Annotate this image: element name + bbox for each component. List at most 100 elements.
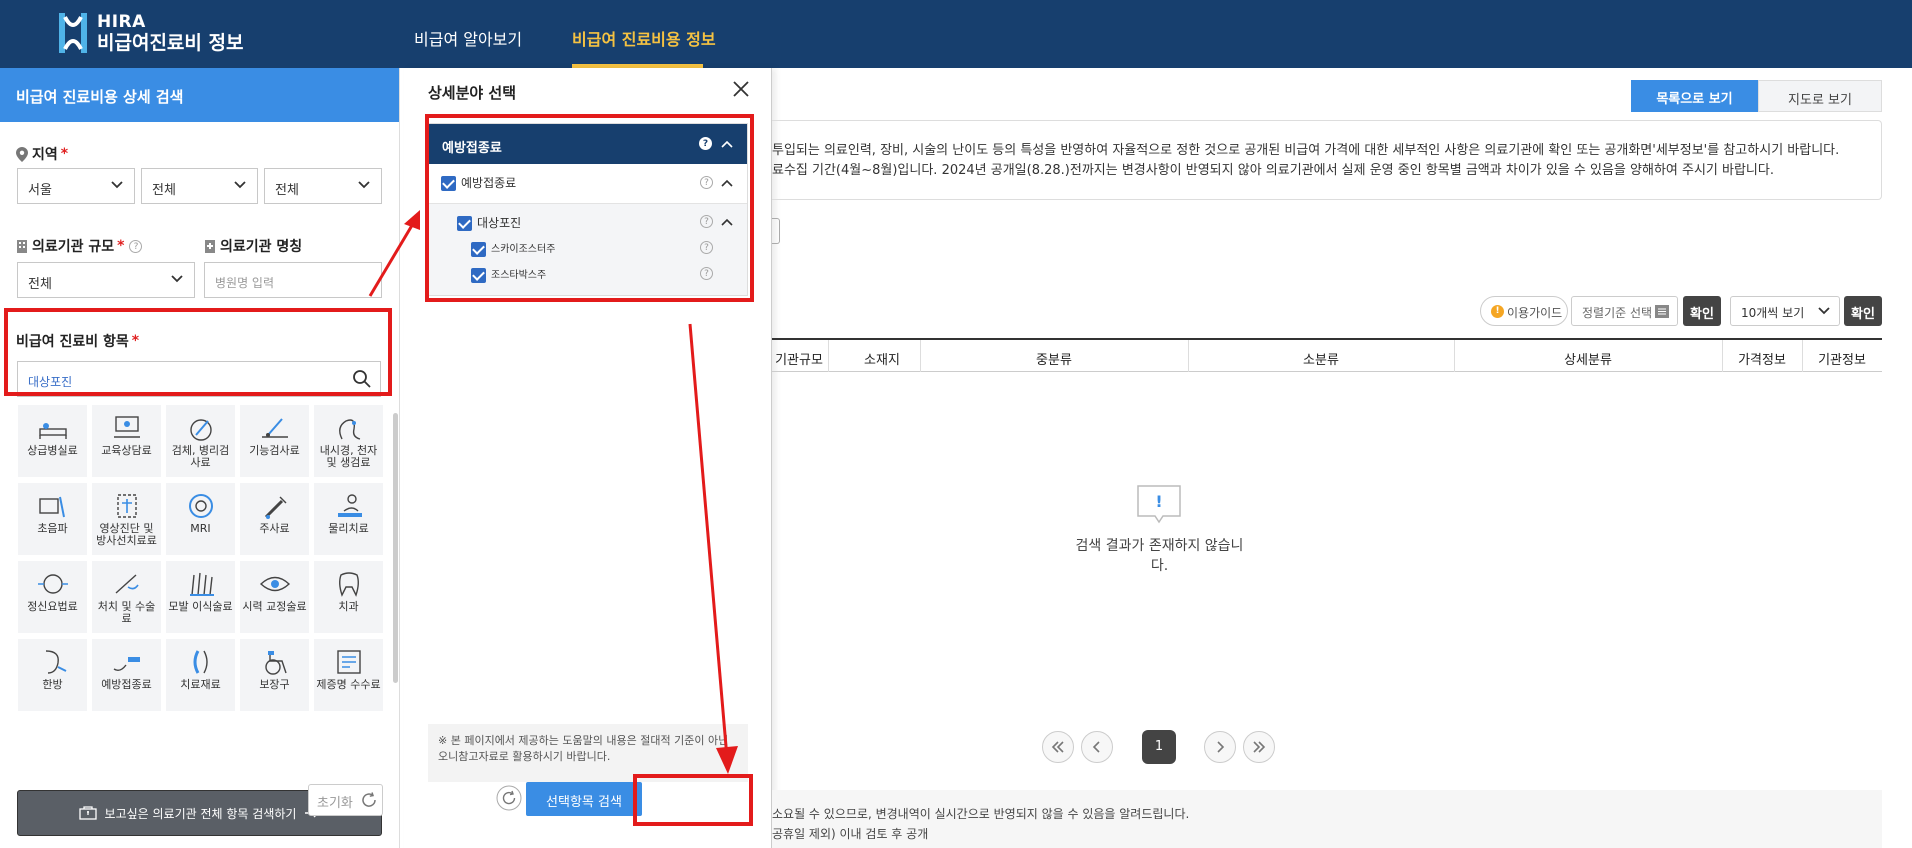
region-town-value: 전체 xyxy=(275,183,299,198)
category-xray[interactable]: 영상진단 및 방사선치료료 xyxy=(92,483,161,555)
nav-non-covered-cost-info[interactable]: 비급여 진료비용 정보 xyxy=(572,26,716,50)
oriental-medicine-icon xyxy=(45,650,66,674)
logo-line2: 비급여진료비 정보 xyxy=(97,32,244,54)
category-label: 치과 xyxy=(338,600,359,613)
microscope-icon xyxy=(189,419,212,441)
chevron-down-icon xyxy=(171,275,183,283)
modal-title: 상세분야 선택 xyxy=(428,84,517,102)
building-icon xyxy=(17,240,27,253)
category-grid: 상급병실료 교육상담료 검체, 병리검사료 기능검사료 내시경, 천자 및 생검료초음파… xyxy=(18,405,383,715)
empty-notice-icon: ! xyxy=(1137,485,1181,524)
refresh-icon[interactable] xyxy=(496,785,522,811)
per-page-select[interactable]: 10개씩 보기 xyxy=(1730,296,1840,326)
panel-scrollbar[interactable] xyxy=(393,413,398,683)
category-brain[interactable]: 정신요법료 xyxy=(18,561,87,633)
scale-select[interactable]: 전체 xyxy=(17,262,195,298)
category-consult[interactable]: 교육상담료 xyxy=(92,405,161,477)
category-label: 예방접종료 xyxy=(101,678,152,691)
category-label: 치료재료 xyxy=(180,678,221,691)
category-vaccine[interactable]: 예방접종료 xyxy=(92,639,161,711)
panel-title: 비급여 진료비용 상세 검색 xyxy=(0,68,399,122)
col-price-info[interactable]: 가격정보 xyxy=(1722,349,1802,368)
hair-icon xyxy=(189,572,214,596)
physio-icon xyxy=(337,494,362,517)
category-syringe[interactable]: 주사료 xyxy=(240,483,309,555)
wheelchair-icon xyxy=(264,651,287,675)
col-detail-category[interactable]: 상세분류 xyxy=(1454,349,1722,368)
reset-label: 초기화 xyxy=(317,796,353,811)
refresh-icon xyxy=(362,792,376,807)
chevron-right-icon xyxy=(1217,741,1225,753)
category-tooth[interactable]: 치과 xyxy=(314,561,383,633)
consult-icon xyxy=(113,416,140,438)
tab-list-view[interactable]: 목록으로 보기 xyxy=(1631,80,1758,112)
category-ultrasound[interactable]: 초음파 xyxy=(18,483,87,555)
region-town-select[interactable]: 전체 xyxy=(264,168,382,204)
required-mark: * xyxy=(60,146,69,162)
scale-label-text: 의료기관 규모 xyxy=(32,239,115,255)
tab-map-view[interactable]: 지도로 보기 xyxy=(1758,80,1882,112)
region-district-select[interactable]: 전체 xyxy=(141,168,258,204)
col-scale[interactable]: 기관규모 xyxy=(772,349,826,368)
category-oriental-medicine[interactable]: 한방 xyxy=(18,639,87,711)
col-mid-category[interactable]: 중분류 xyxy=(920,349,1188,368)
filter-box-edge[interactable] xyxy=(772,218,780,244)
hospital-name-input[interactable]: 병원명 입력 xyxy=(204,262,382,298)
category-eye[interactable]: 시력 교정술료 xyxy=(240,561,309,633)
region-city-select[interactable]: 서울 xyxy=(17,168,135,204)
category-wheelchair[interactable]: 보장구 xyxy=(240,639,309,711)
mri-icon xyxy=(188,494,213,518)
search-selected-button[interactable]: 선택항목 검색 xyxy=(526,782,642,816)
usage-guide-button[interactable]: ! 이용가이드 xyxy=(1480,296,1568,326)
category-function-test[interactable]: 기능검사료 xyxy=(240,405,309,477)
col-institution-info[interactable]: 기관정보 xyxy=(1802,349,1882,368)
category-label: 제증명 수수료 xyxy=(316,678,381,691)
help-icon[interactable]: ? xyxy=(129,239,143,253)
name-label: 의료기관 명칭 xyxy=(204,236,302,256)
next-page-button[interactable] xyxy=(1204,731,1236,763)
reset-button[interactable]: 초기화 xyxy=(308,784,383,816)
sort-select[interactable]: 정렬기준 선택 xyxy=(1571,296,1678,326)
category-material[interactable]: 치료재료 xyxy=(166,639,235,711)
category-physio[interactable]: 물리치료 xyxy=(314,483,383,555)
notice-line1: 투입되는 의료인력, 장비, 시술의 난이도 등의 특성을 반영하여 자율적으로… xyxy=(772,143,1840,158)
first-page-button[interactable] xyxy=(1042,731,1074,763)
category-hair[interactable]: 모발 이식술료 xyxy=(166,561,235,633)
category-bed[interactable]: 상급병실료 xyxy=(18,405,87,477)
surgery-icon xyxy=(115,574,139,594)
chevron-left-icon xyxy=(1092,741,1100,753)
region-label-text: 지역 xyxy=(32,147,58,163)
double-chevron-left-icon xyxy=(1051,741,1064,753)
category-label: 물리치료 xyxy=(328,522,369,535)
nav-learn-non-covered[interactable]: 비급여 알아보기 xyxy=(414,26,522,50)
per-page-confirm-button[interactable]: 확인 xyxy=(1844,296,1882,326)
hira-logo-icon xyxy=(59,13,87,53)
category-endoscope[interactable]: 내시경, 천자 및 생검료 xyxy=(314,405,383,477)
prev-page-button[interactable] xyxy=(1081,731,1113,763)
scale-value: 전체 xyxy=(28,277,52,292)
close-icon[interactable] xyxy=(732,80,750,98)
name-label-text: 의료기관 명칭 xyxy=(220,239,303,255)
category-certificate[interactable]: 제증명 수수료 xyxy=(314,639,383,711)
col-sub-category[interactable]: 소분류 xyxy=(1188,349,1454,368)
category-label: MRI xyxy=(190,522,211,535)
location-pin-icon xyxy=(16,146,28,162)
search-all-items-label: 보고싶은 의료기관 전체 항목 검색하기 xyxy=(104,806,297,821)
current-page[interactable]: 1 xyxy=(1142,730,1176,764)
chevron-down-icon xyxy=(111,181,123,189)
category-microscope[interactable]: 검체, 병리검사료 xyxy=(166,405,235,477)
annotation-box-tree xyxy=(425,114,754,302)
certificate-icon xyxy=(336,650,361,674)
category-label: 정신요법료 xyxy=(27,600,78,613)
chevron-down-icon xyxy=(234,181,246,189)
category-surgery[interactable]: 처치 및 수술료 xyxy=(92,561,161,633)
category-label: 주사료 xyxy=(259,522,290,535)
hira-logo[interactable]: HIRA 비급여진료비 정보 xyxy=(58,10,243,56)
sort-confirm-button[interactable]: 확인 xyxy=(1683,296,1721,326)
region-district-value: 전체 xyxy=(152,183,176,198)
category-mri[interactable]: MRI xyxy=(166,483,235,555)
last-page-button[interactable] xyxy=(1243,731,1275,763)
scale-label: 의료기관 규모 * ? xyxy=(16,236,143,256)
brain-icon xyxy=(37,574,68,594)
footer-notice: 소요될 수 있으므로, 변경내역이 실시간으로 반영되지 않을 수 있음을 알려… xyxy=(772,790,1882,848)
